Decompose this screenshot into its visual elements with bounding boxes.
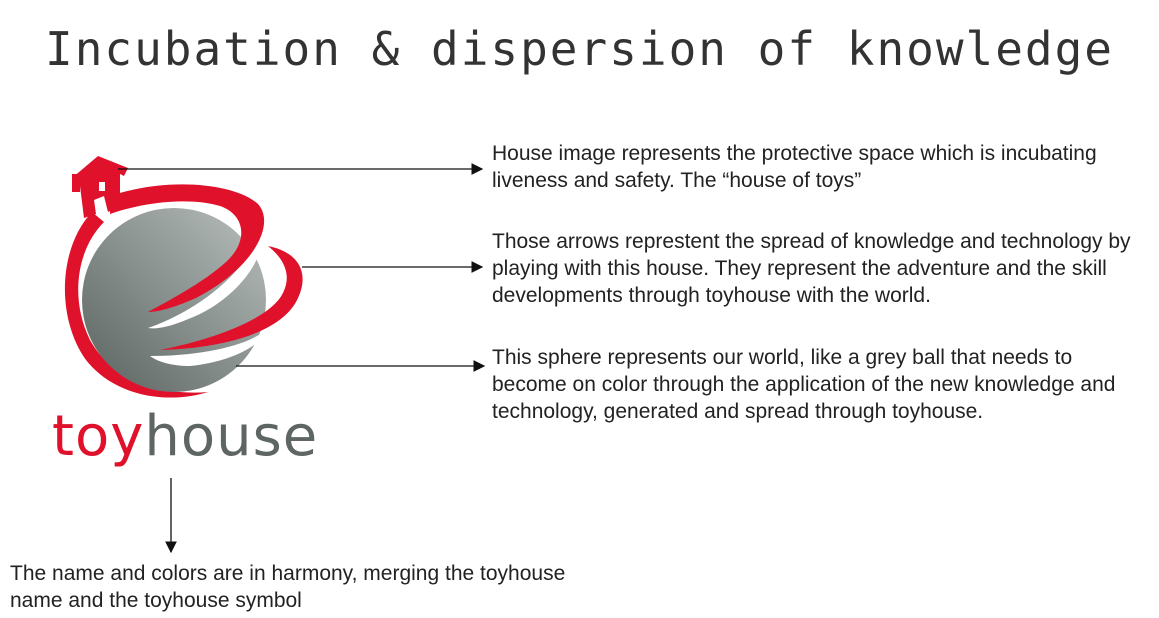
wordmark-toy: toy [52,404,145,469]
annotation-name: The name and colors are in harmony, merg… [10,562,566,612]
annotation-house: House image represents the protective sp… [492,142,1097,192]
toyhouse-logo-icon [64,156,303,398]
wordmark-house: house [144,404,319,469]
annotation-sphere: This sphere represents our world, like a… [492,346,1116,423]
annotation-arrows: Those arrows represtent the spread of kn… [492,230,1131,307]
toyhouse-wordmark: toyhouse [52,402,318,472]
diagram-canvas [64,156,486,554]
